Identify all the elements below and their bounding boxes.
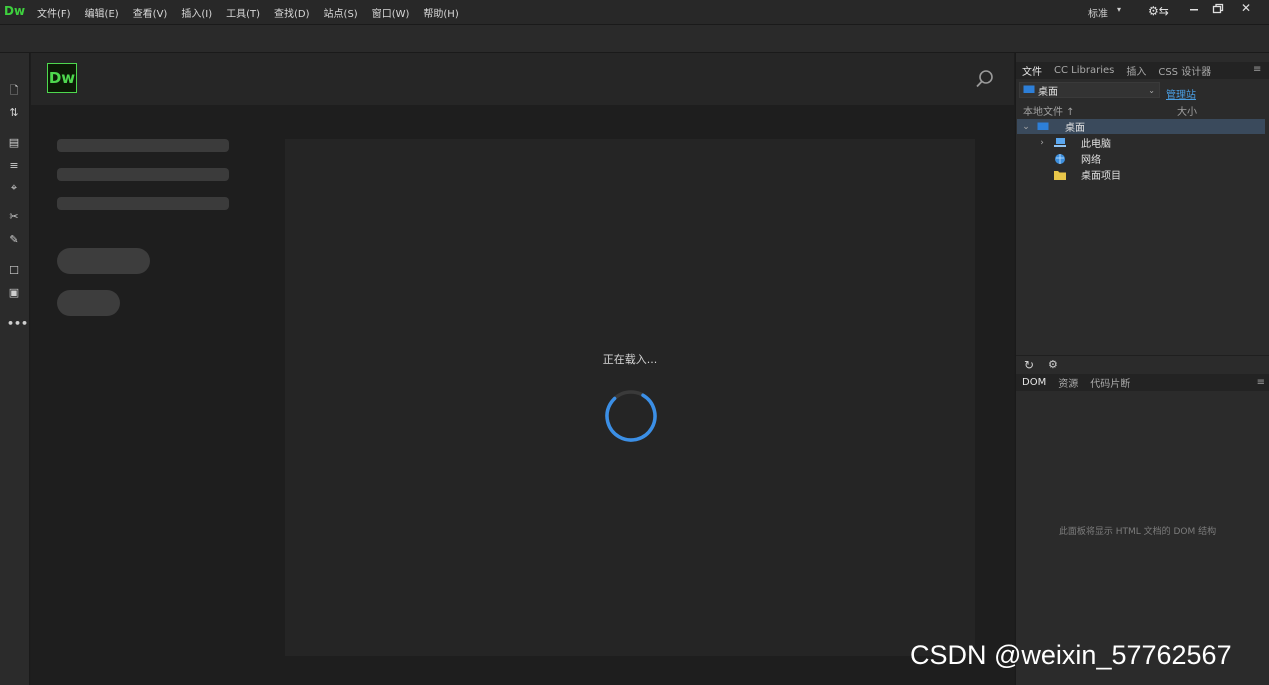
wrap-tag-icon[interactable]: ✂ [7, 210, 21, 224]
tree-item-desktop[interactable]: ⌄ 桌面 [1017, 119, 1265, 134]
restore-icon[interactable] [1211, 2, 1225, 16]
files-panel-toolbar: ↻ ⚙ [1016, 355, 1269, 374]
desktop-icon [1037, 122, 1049, 130]
tab-cc-libraries[interactable]: CC Libraries [1048, 65, 1120, 76]
menu-items: 文件(F) 编辑(E) 查看(V) 插入(I) 工具(T) 查找(D) 站点(S… [30, 0, 466, 24]
file-management-icon[interactable]: ⇅ [7, 106, 21, 120]
skeleton-button [57, 248, 150, 274]
chevron-down-icon[interactable]: ▾ [1117, 5, 1121, 14]
site-select[interactable]: 桌面 ⌄ [1019, 82, 1160, 98]
more-icon[interactable]: ••• [7, 317, 28, 331]
start-screen-header [31, 53, 1014, 105]
menu-site[interactable]: 站点(S) [324, 5, 358, 20]
tab-snippets[interactable]: 代码片断 [1084, 375, 1136, 390]
tab-css-designer[interactable]: CSS 设计器 [1152, 63, 1217, 78]
search-icon[interactable] [975, 69, 995, 89]
site-select-label: 桌面 [1038, 86, 1058, 98]
left-toolbar: 🗋 ⇅ ▤ ≡ ⌖ ✂ ✎ ☐ ▣ ••• [0, 53, 30, 685]
target-icon[interactable]: ⌖ [7, 181, 21, 195]
app-logo: Dw [4, 4, 26, 18]
skeleton-line [57, 168, 229, 181]
comment-icon[interactable]: ☐ [7, 264, 21, 278]
menu-insert[interactable]: 插入(I) [181, 5, 212, 20]
chevron-down-icon: ⌄ [1148, 85, 1155, 95]
column-header-size[interactable]: 大小 [1177, 103, 1197, 118]
skeleton-line [57, 139, 229, 152]
menu-file[interactable]: 文件(F) [37, 5, 71, 20]
dreamweaver-logo: Dw [47, 63, 77, 93]
tree-item-label: 此电脑 [1081, 139, 1111, 150]
tree-item-label: 网络 [1081, 155, 1101, 166]
tab-files[interactable]: 文件 [1016, 63, 1048, 78]
preview-icon[interactable]: ▣ [7, 286, 21, 300]
tree-item-label: 桌面项目 [1081, 171, 1121, 182]
skeleton-line [57, 197, 229, 210]
network-icon [1055, 153, 1065, 164]
sync-settings-icon[interactable]: ⚙⇆ [1148, 4, 1169, 18]
tab-assets[interactable]: 资源 [1052, 375, 1084, 390]
new-document-icon[interactable]: 🗋 [7, 84, 21, 98]
tab-dom[interactable]: DOM [1016, 377, 1052, 388]
panel-menu-icon[interactable]: ≡ [1257, 377, 1265, 388]
refresh-icon[interactable]: ↻ [1024, 358, 1034, 372]
loading-spinner-icon [605, 390, 657, 442]
minimize-icon[interactable] [1187, 2, 1201, 16]
content-area: 正在载入... [285, 139, 975, 656]
inspect-icon[interactable]: ✎ [7, 233, 21, 247]
folder-icon [1054, 170, 1066, 180]
document-toolbar [0, 25, 1269, 53]
tree-item-computer[interactable]: › 此电脑 [1017, 135, 1265, 150]
menu-tools[interactable]: 工具(T) [226, 5, 260, 20]
connect-icon[interactable]: ⚙ [1048, 358, 1058, 371]
watermark: CSDN @weixin_57762567 [910, 640, 1232, 670]
manage-sites-link[interactable]: 管理站 [1166, 86, 1196, 101]
loading-text: 正在载入... [602, 353, 658, 366]
menu-edit[interactable]: 编辑(E) [85, 5, 119, 20]
panel-menu-icon[interactable]: ≡ [1253, 64, 1261, 75]
column-header-local[interactable]: 本地文件 ↑ [1023, 103, 1075, 118]
live-view-icon[interactable]: ▤ [7, 136, 21, 150]
dom-panel-tabs: DOM 资源 代码片断 ≡ [1016, 374, 1269, 391]
menu-help[interactable]: 帮助(H) [423, 5, 458, 20]
workspace-switcher[interactable]: 标准 [1088, 5, 1108, 20]
tab-insert[interactable]: 插入 [1120, 63, 1152, 78]
skeleton-button [57, 290, 120, 316]
chevron-right-icon[interactable]: › [1035, 138, 1049, 148]
tree-item-desktop-items[interactable]: 桌面项目 [1017, 167, 1265, 182]
close-icon[interactable]: ✕ [1241, 1, 1251, 15]
desktop-icon [1023, 85, 1035, 93]
chevron-down-icon[interactable]: ⌄ [1019, 122, 1033, 132]
tree-item-network[interactable]: 网络 [1017, 151, 1265, 166]
menu-view[interactable]: 查看(V) [133, 5, 168, 20]
files-panel-tabs: 文件 CC Libraries 插入 CSS 设计器 [1016, 62, 1269, 79]
format-source-icon[interactable]: ≡ [7, 159, 21, 173]
menu-find[interactable]: 查找(D) [274, 5, 310, 20]
computer-icon [1054, 137, 1066, 147]
dom-panel-placeholder: 此面板将显示 HTML 文档的 DOM 结构 [1058, 527, 1217, 537]
menu-window[interactable]: 窗口(W) [372, 5, 410, 20]
tree-item-label: 桌面 [1065, 123, 1085, 134]
